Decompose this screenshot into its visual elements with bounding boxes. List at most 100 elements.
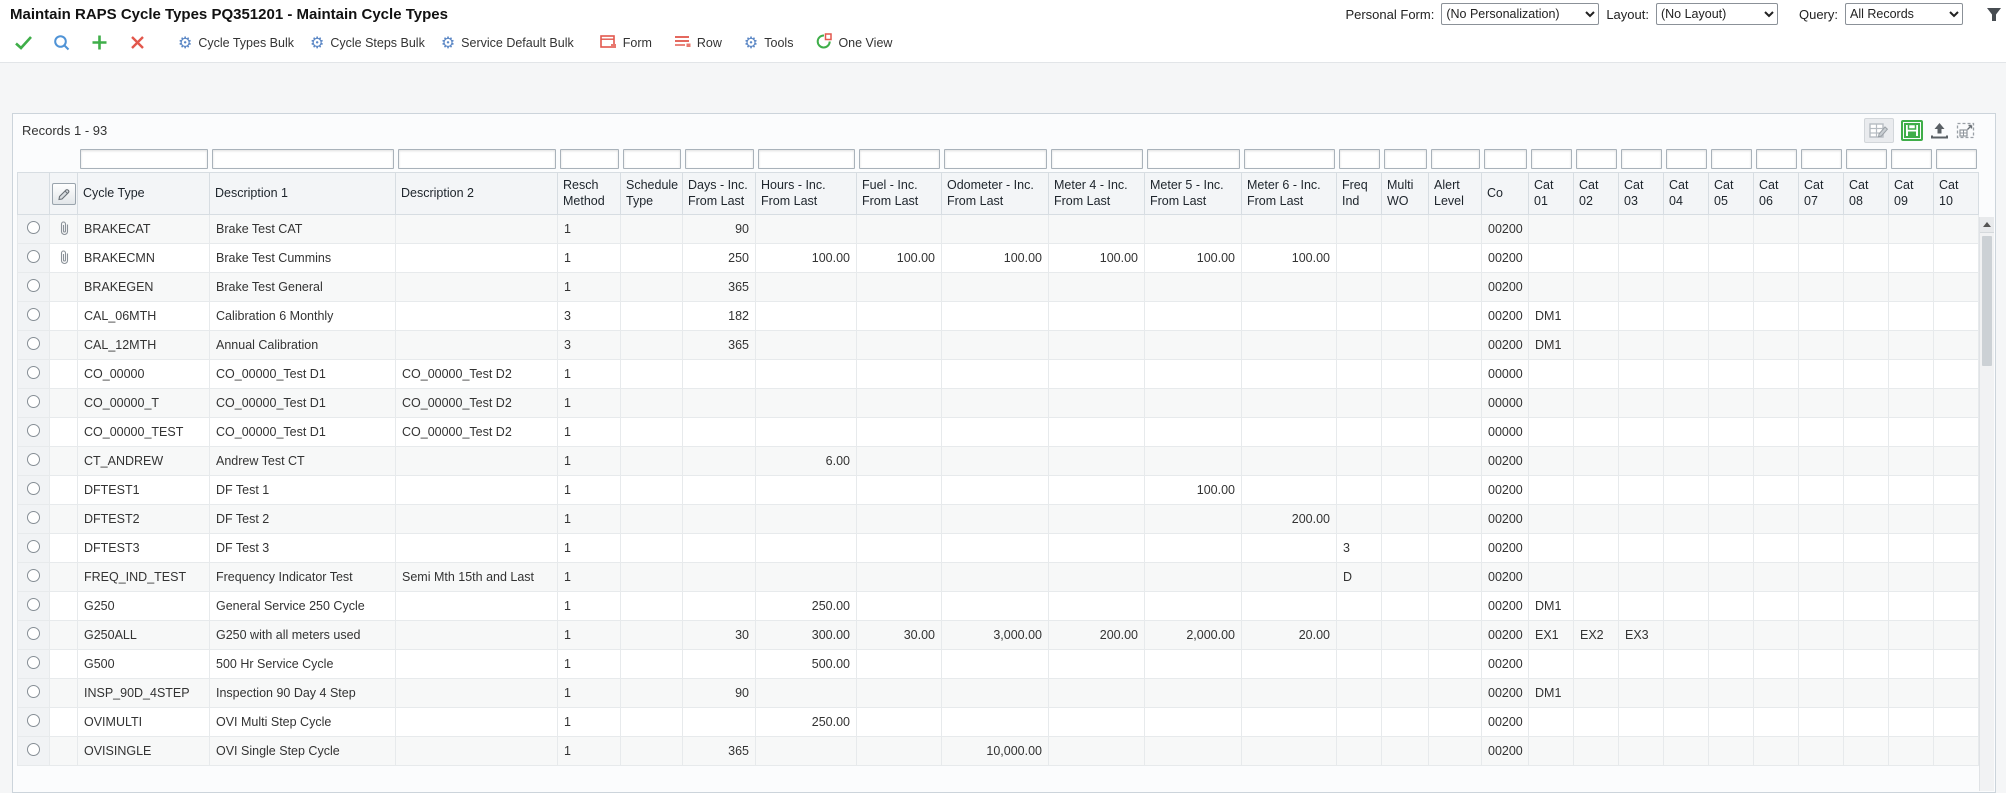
column-header-cat2[interactable]: Cat 02 <box>1574 173 1619 215</box>
column-header-desc1[interactable]: Description 1 <box>210 173 396 215</box>
column-header-cat9[interactable]: Cat 09 <box>1889 173 1934 215</box>
tools-menu[interactable]: ⚙︎ Tools <box>744 35 794 51</box>
cell-cat5 <box>1709 215 1754 244</box>
scroll-up-arrow-icon[interactable] <box>1980 217 1994 233</box>
column-header-cat1[interactable]: Cat 01 <box>1529 173 1574 215</box>
personal-form-select[interactable]: (No Personalization) <box>1441 3 1599 25</box>
column-header-sched[interactable]: Schedule Type <box>621 173 683 215</box>
column-header-multi[interactable]: Multi WO <box>1382 173 1429 215</box>
qbe-filter-input-m4[interactable] <box>1051 149 1143 169</box>
qbe-filter-input-alert[interactable] <box>1431 149 1480 169</box>
column-header-alert[interactable]: Alert Level <box>1429 173 1482 215</box>
qbe-filter-input-co[interactable] <box>1484 149 1527 169</box>
row-menu[interactable]: Row <box>674 34 722 51</box>
attachment-column-header-icon[interactable] <box>52 183 76 205</box>
qbe-filter-input-multi[interactable] <box>1384 149 1427 169</box>
qbe-filter-input-hours[interactable] <box>758 149 855 169</box>
row-select-radio[interactable] <box>27 453 40 466</box>
qbe-filter-input-sched[interactable] <box>623 149 681 169</box>
expand-grid-icon[interactable] <box>1956 122 1975 139</box>
form-menu[interactable]: Form <box>600 34 652 52</box>
qbe-filter-input-cat10[interactable] <box>1936 149 1977 169</box>
import-grid-icon[interactable] <box>1930 122 1949 139</box>
qbe-filter-input-cat2[interactable] <box>1576 149 1617 169</box>
column-header-cat3[interactable]: Cat 03 <box>1619 173 1664 215</box>
row-select-radio[interactable] <box>27 279 40 292</box>
row-select-radio[interactable] <box>27 424 40 437</box>
paperclip-attachment-icon[interactable] <box>58 254 70 268</box>
row-select-radio[interactable] <box>27 627 40 640</box>
qbe-filter-input-odometer[interactable] <box>944 149 1047 169</box>
row-select-radio[interactable] <box>27 656 40 669</box>
cell-co: 00200 <box>1482 534 1529 563</box>
column-header-resch[interactable]: Resch Method <box>558 173 621 215</box>
cell-m6 <box>1242 708 1337 737</box>
column-header-cat5[interactable]: Cat 05 <box>1709 173 1754 215</box>
row-select-radio[interactable] <box>27 743 40 756</box>
qbe-filter-input-fuel[interactable] <box>859 149 940 169</box>
column-header-cat8[interactable]: Cat 08 <box>1844 173 1889 215</box>
add-plus-icon[interactable] <box>86 34 112 51</box>
row-select-radio[interactable] <box>27 337 40 350</box>
close-x-icon[interactable] <box>124 35 150 50</box>
row-select-radio[interactable] <box>27 511 40 524</box>
cycle-types-bulk-button[interactable]: ⚙︎ Cycle Types Bulk <box>178 35 294 51</box>
row-select-radio[interactable] <box>27 569 40 582</box>
row-select-radio[interactable] <box>27 598 40 611</box>
column-header-hours[interactable]: Hours - Inc. From Last <box>756 173 857 215</box>
row-select-radio[interactable] <box>27 250 40 263</box>
column-header-cat4[interactable]: Cat 04 <box>1664 173 1709 215</box>
find-search-icon[interactable] <box>48 34 74 51</box>
qbe-filter-input-desc2[interactable] <box>398 149 556 169</box>
column-header-m6[interactable]: Meter 6 - Inc. From Last <box>1242 173 1337 215</box>
column-header-fuel[interactable]: Fuel - Inc. From Last <box>857 173 942 215</box>
service-default-bulk-button[interactable]: ⚙︎ Service Default Bulk <box>441 35 574 51</box>
qbe-filter-input-cat5[interactable] <box>1711 149 1752 169</box>
funnel-filter-icon[interactable] <box>1986 7 2002 22</box>
qbe-filter-input-m5[interactable] <box>1147 149 1240 169</box>
column-header-cat6[interactable]: Cat 06 <box>1754 173 1799 215</box>
column-header-m4[interactable]: Meter 4 - Inc. From Last <box>1049 173 1145 215</box>
qbe-filter-input-cat3[interactable] <box>1621 149 1662 169</box>
row-select-radio[interactable] <box>27 366 40 379</box>
row-select-radio[interactable] <box>27 685 40 698</box>
qbe-filter-input-cycle_type[interactable] <box>80 149 208 169</box>
row-select-radio[interactable] <box>27 221 40 234</box>
layout-select[interactable]: (No Layout) <box>1656 3 1778 25</box>
qbe-filter-input-cat9[interactable] <box>1891 149 1932 169</box>
qbe-filter-input-cat8[interactable] <box>1846 149 1887 169</box>
query-select[interactable]: All Records <box>1845 3 1963 25</box>
one-view-menu[interactable]: One View <box>815 33 892 52</box>
qbe-filter-input-cat1[interactable] <box>1531 149 1572 169</box>
cycle-steps-bulk-button[interactable]: ⚙︎ Cycle Steps Bulk <box>310 35 425 51</box>
column-header-freq[interactable]: Freq Ind <box>1337 173 1382 215</box>
column-header-cat10[interactable]: Cat 10 <box>1934 173 1979 215</box>
paperclip-attachment-icon[interactable] <box>58 225 70 239</box>
qbe-filter-input-cat4[interactable] <box>1666 149 1707 169</box>
qbe-filter-input-freq[interactable] <box>1339 149 1380 169</box>
qbe-filter-input-cat6[interactable] <box>1756 149 1797 169</box>
qbe-filter-input-cat7[interactable] <box>1801 149 1842 169</box>
row-select-radio[interactable] <box>27 395 40 408</box>
export-grid-icon[interactable] <box>1901 120 1923 141</box>
column-header-odometer[interactable]: Odometer - Inc. From Last <box>942 173 1049 215</box>
scrollbar-thumb[interactable] <box>1982 236 1992 366</box>
qbe-filter-input-resch[interactable] <box>560 149 619 169</box>
qbe-filter-input-desc1[interactable] <box>212 149 394 169</box>
cell-cat1 <box>1529 244 1574 273</box>
row-select-radio[interactable] <box>27 482 40 495</box>
vertical-scrollbar[interactable] <box>1979 217 1994 791</box>
qbe-filter-input-days[interactable] <box>685 149 754 169</box>
column-header-m5[interactable]: Meter 5 - Inc. From Last <box>1145 173 1242 215</box>
column-header-days[interactable]: Days - Inc. From Last <box>683 173 756 215</box>
row-select-radio[interactable] <box>27 308 40 321</box>
ok-check-icon[interactable] <box>10 35 36 50</box>
row-select-radio[interactable] <box>27 540 40 553</box>
customize-grid-icon[interactable] <box>1864 118 1894 143</box>
column-header-co[interactable]: Co <box>1482 173 1529 215</box>
column-header-cycle_type[interactable]: Cycle Type <box>78 173 210 215</box>
column-header-desc2[interactable]: Description 2 <box>396 173 558 215</box>
row-select-radio[interactable] <box>27 714 40 727</box>
column-header-cat7[interactable]: Cat 07 <box>1799 173 1844 215</box>
qbe-filter-input-m6[interactable] <box>1244 149 1335 169</box>
